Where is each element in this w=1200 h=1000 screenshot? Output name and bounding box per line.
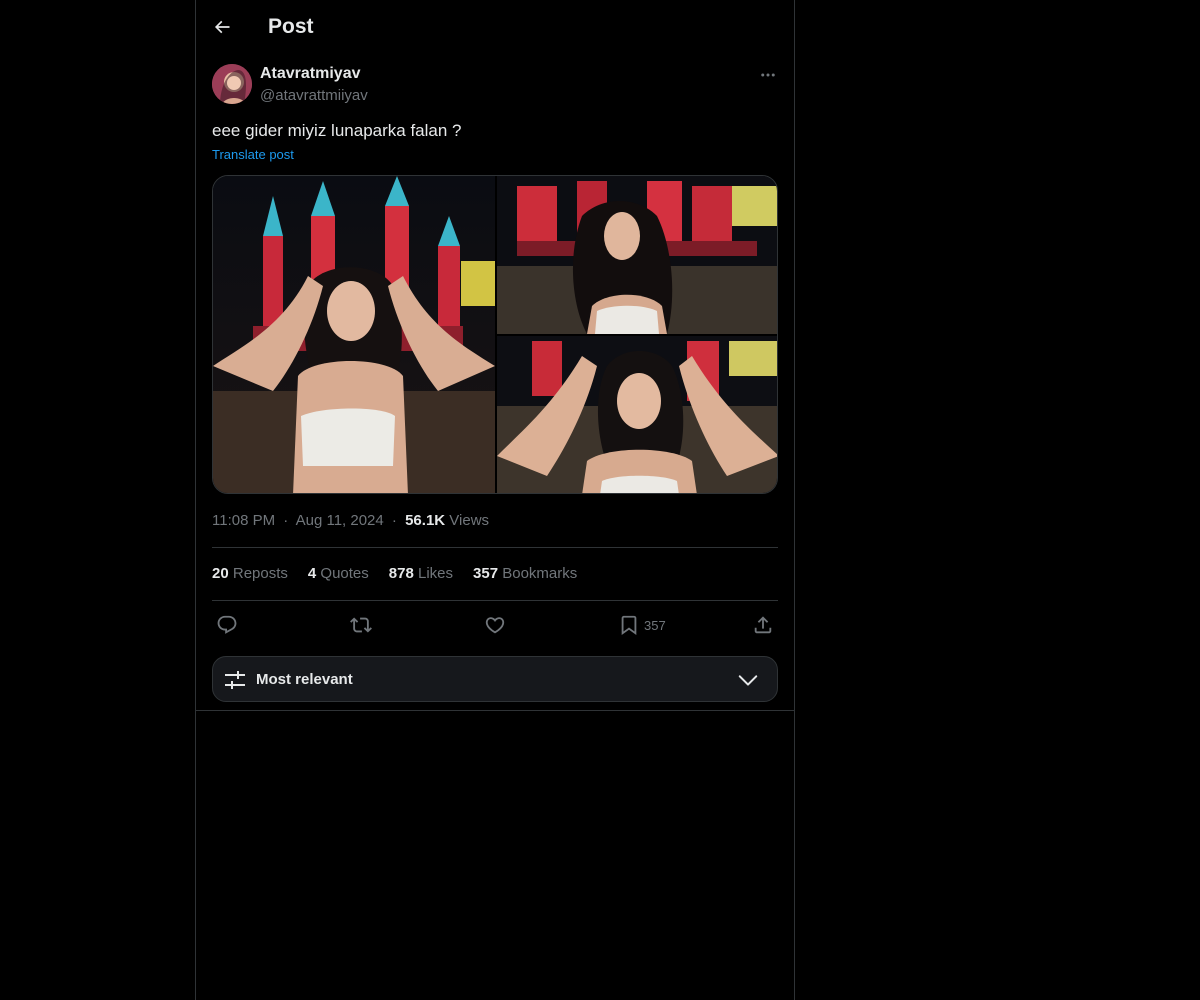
divider [212,547,778,548]
quotes-label: Quotes [320,565,369,582]
avatar-image [212,64,252,104]
photo-3[interactable] [497,336,777,493]
meta-separator: · [283,512,289,529]
page-title: Post [268,15,314,38]
arrow-left-icon [214,20,230,34]
author-display-name[interactable]: Atavratmiyav [260,64,361,84]
bookmarks-stat[interactable]: 357 Bookmarks [473,564,577,584]
reply-button[interactable] [216,612,238,638]
sort-label: Most relevant [256,671,353,688]
reposts-label: Reposts [232,565,288,582]
photo-image [497,336,777,493]
author-handle[interactable]: @atavrattmiiyav [260,86,368,106]
likes-label: Likes [417,565,454,582]
photo-1[interactable] [213,176,495,493]
reposts-count: 20 [212,565,229,582]
like-button[interactable] [484,612,506,638]
avatar[interactable] [212,64,252,104]
views-count: 56.1K [405,512,446,529]
views-label: Views [449,512,490,529]
more-options-button[interactable] [752,62,784,88]
bookmark-icon [621,615,637,636]
media-grid [212,175,778,494]
share-icon [754,616,772,634]
photo-image [213,176,495,493]
chevron-down-icon [738,675,758,686]
bookmark-button[interactable]: 357 [618,612,666,638]
sliders-icon [225,671,245,689]
post-date[interactable]: Aug 11, 2024 [296,512,384,529]
translate-post-link[interactable]: Translate post [212,146,294,164]
likes-count: 878 [388,565,414,582]
post-stats: 20 Reposts 4 Quotes 878 Likes 357 Bookma… [212,564,577,584]
back-button[interactable] [204,9,240,45]
heart-icon [485,617,505,634]
divider [212,600,778,601]
divider [196,710,794,711]
bookmark-count: 357 [644,617,666,633]
photo-2[interactable] [497,176,777,334]
reply-icon [217,615,237,634]
post-text: eee gider miyiz lunaparka falan ? [212,121,462,140]
more-icon [761,73,775,77]
bookmarks-count: 357 [473,565,499,582]
post-meta: 11:08 PM · Aug 11, 2024 · 56.1K Views [212,511,489,531]
quotes-count: 4 [307,565,317,582]
repost-button[interactable] [350,612,372,638]
meta-separator: · [391,512,397,529]
share-button[interactable] [752,612,774,638]
post-time[interactable]: 11:08 PM [212,512,275,529]
photo-image [497,176,777,334]
likes-stat[interactable]: 878 Likes [389,564,453,584]
reposts-stat[interactable]: 20 Reposts [212,564,288,584]
quotes-stat[interactable]: 4 Quotes [308,564,369,584]
reply-sort-dropdown[interactable]: Most relevant [212,656,778,702]
post-column: Post Atavratmiyav @atavrattmiiyav eee gi… [195,0,795,1000]
bookmarks-label: Bookmarks [502,565,578,582]
top-bar: Post [196,0,794,54]
repost-icon [350,617,372,633]
